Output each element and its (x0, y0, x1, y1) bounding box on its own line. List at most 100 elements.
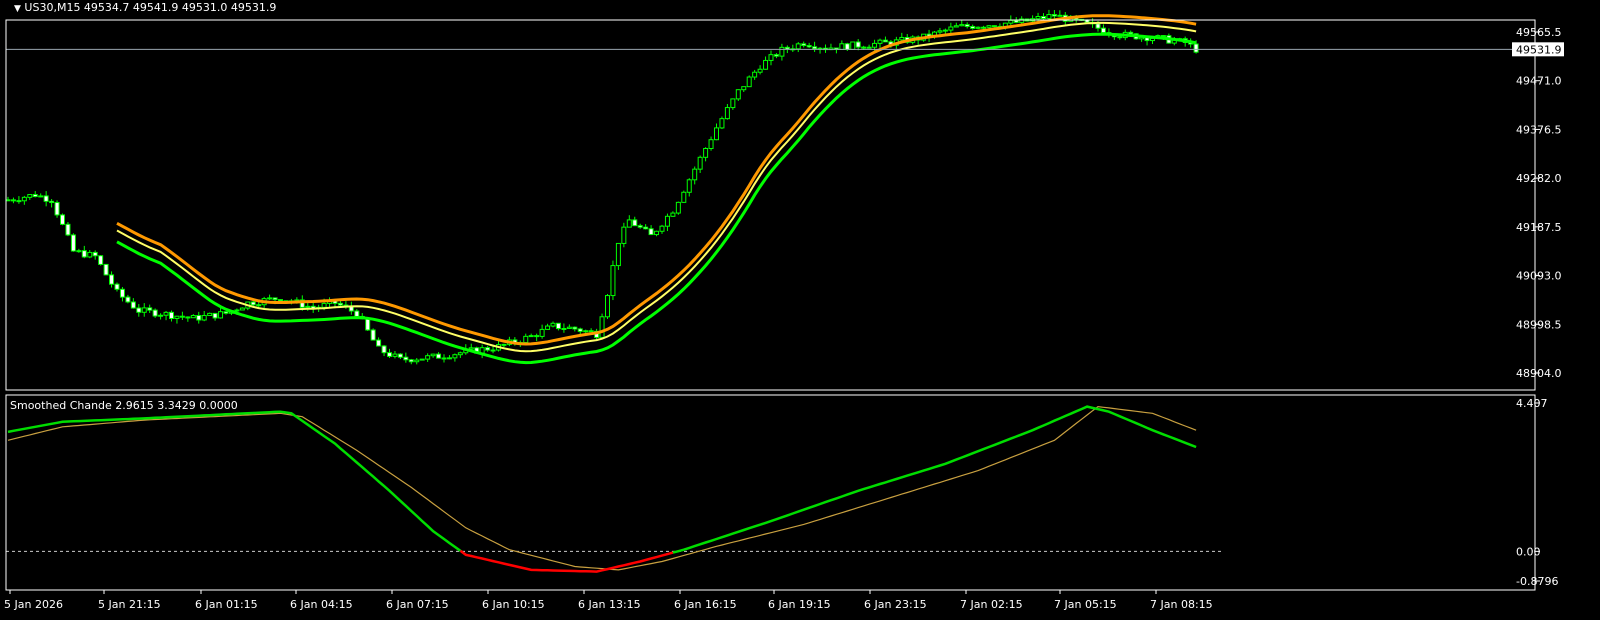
candle-body (681, 191, 687, 203)
candle-body (98, 255, 104, 265)
candle (801, 41, 807, 48)
candle-body (21, 196, 27, 202)
osc-up-segment (7, 410, 462, 552)
candle-body (991, 25, 997, 28)
candle (719, 116, 725, 130)
candle-body (741, 86, 747, 91)
candle (1057, 10, 1063, 17)
price-tick-label: 49565.5 (1516, 26, 1562, 39)
candle-body (87, 251, 93, 258)
candle-body (588, 330, 594, 333)
candle-body (490, 349, 496, 352)
candle (763, 56, 769, 70)
candle (392, 350, 398, 359)
candle (370, 328, 376, 341)
candle-body (528, 335, 534, 338)
candle-body (615, 242, 621, 267)
candle-body (179, 315, 185, 318)
candle (479, 344, 485, 359)
candle (953, 22, 959, 28)
candle (81, 245, 87, 259)
time-tick-label: 6 Jan 13:15 (578, 598, 641, 611)
candle-body (392, 353, 398, 357)
candle (991, 25, 997, 28)
candle-body (430, 353, 436, 357)
chart-canvas[interactable]: 49531.9 49565.5 49471.0 49376.5 49282.0 49187… (0, 0, 1600, 620)
candle-body (801, 43, 807, 47)
candle-body (1035, 16, 1041, 20)
candle-body (43, 195, 49, 202)
candle (163, 310, 169, 321)
candle-body (697, 156, 703, 170)
candle (65, 222, 71, 237)
candle-body (114, 283, 120, 290)
candle-body (964, 24, 970, 27)
time-tick-label: 6 Jan 16:15 (674, 598, 737, 611)
candle (98, 255, 104, 266)
candle-body (730, 98, 736, 109)
candle (60, 213, 65, 226)
candle-body (103, 263, 109, 276)
candle-body (872, 42, 878, 48)
candle (681, 190, 687, 203)
candle-body (981, 26, 987, 29)
candle-body (948, 26, 954, 31)
candle-body (419, 358, 425, 361)
candle-body (719, 118, 725, 129)
candle (648, 225, 654, 236)
candle-body (643, 226, 649, 230)
candle-body (169, 311, 174, 319)
candle-body (1128, 31, 1134, 35)
candle (419, 358, 425, 361)
candle-body (577, 328, 583, 332)
candle-body (38, 195, 44, 198)
candle-body (675, 201, 681, 214)
candle-body (403, 356, 409, 361)
candle (190, 314, 196, 319)
candle-body (1095, 23, 1101, 29)
candle (43, 191, 49, 207)
candle-body (621, 226, 627, 244)
candle (21, 195, 27, 205)
price-tick-label: 49282.0 (1516, 172, 1562, 185)
candle-body (1008, 19, 1014, 24)
candle-body (550, 322, 556, 327)
candle (670, 211, 676, 217)
candle-body (376, 339, 382, 347)
candle (561, 323, 567, 333)
candle-body (953, 25, 959, 28)
candle-body (659, 225, 665, 232)
time-tick-label: 5 Jan 2026 (4, 598, 63, 611)
candle-body (763, 59, 769, 70)
candle (27, 194, 33, 200)
candle-body (190, 314, 196, 319)
candle-body (523, 335, 529, 344)
time-tick-label: 6 Jan 10:15 (482, 598, 545, 611)
candle-body (654, 230, 660, 236)
candle (310, 301, 316, 313)
candle-body (174, 315, 180, 319)
candle (10, 197, 16, 204)
candle (441, 354, 447, 363)
candle (773, 53, 779, 59)
candle (49, 199, 55, 208)
candle-body (272, 297, 278, 301)
candle-body (572, 326, 578, 330)
candle (223, 311, 229, 315)
candle (643, 224, 649, 230)
candle (5, 196, 11, 202)
candle-body (768, 54, 774, 61)
candle (817, 47, 823, 54)
candle (833, 47, 839, 54)
candle-body (305, 305, 311, 308)
candle-body (201, 314, 207, 321)
candle (267, 294, 273, 300)
candle-body (724, 107, 730, 120)
candle-body (109, 274, 115, 285)
candle (387, 348, 392, 358)
candle-body (408, 359, 414, 363)
candle (577, 327, 583, 335)
candle-body (256, 304, 262, 307)
candle (550, 321, 556, 328)
candle (714, 123, 719, 141)
